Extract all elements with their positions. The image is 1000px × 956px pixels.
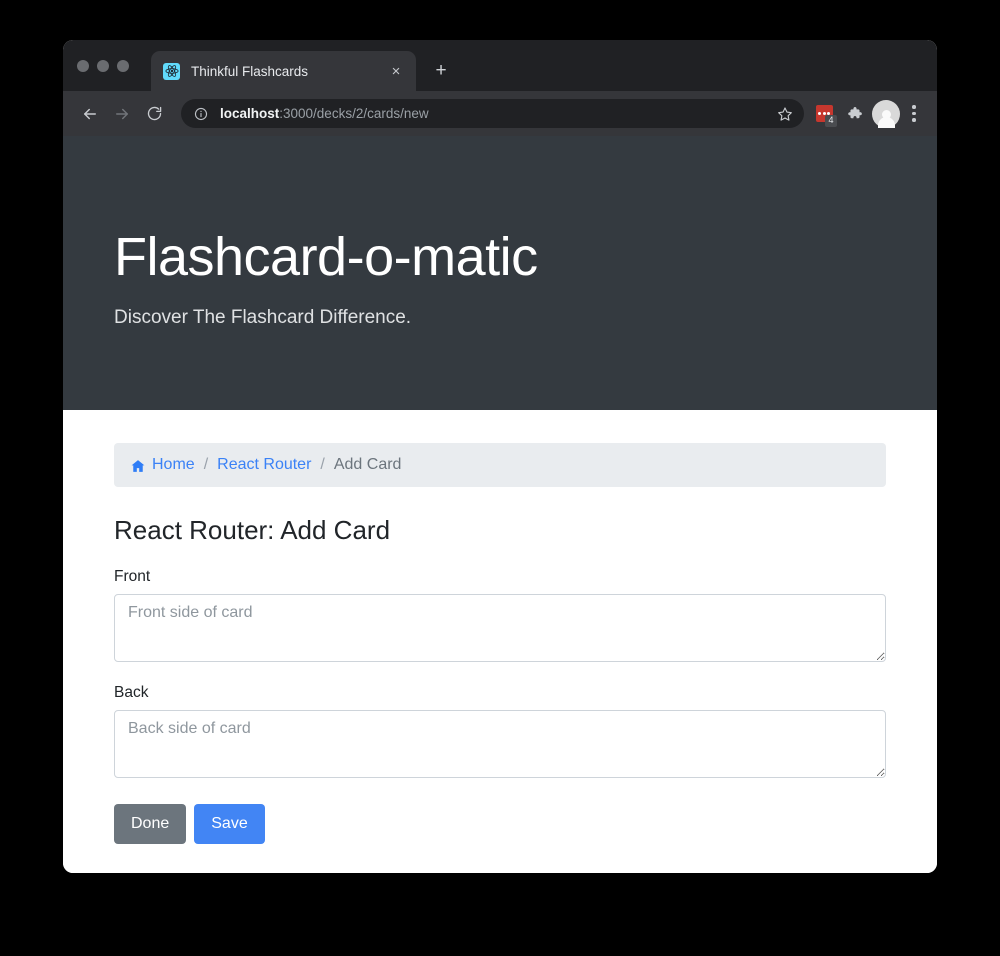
front-textarea[interactable] xyxy=(114,594,886,662)
info-circle-icon[interactable] xyxy=(193,106,209,122)
done-button[interactable]: Done xyxy=(114,804,187,844)
front-field-label: Front xyxy=(114,568,151,585)
reload-button[interactable] xyxy=(139,99,169,129)
url-path: :3000/decks/2/cards/new xyxy=(279,106,429,121)
new-tab-button[interactable]: + xyxy=(428,57,454,83)
forward-button[interactable] xyxy=(107,99,137,129)
close-tab-icon[interactable]: × xyxy=(386,61,406,81)
tab-strip: Thinkful Flashcards × + xyxy=(63,40,937,91)
page-viewport: Flashcard-o-matic Discover The Flashcard… xyxy=(63,136,937,873)
breadcrumb-home-link[interactable]: Home xyxy=(152,456,195,474)
breadcrumb-deck-link[interactable]: React Router xyxy=(217,456,311,474)
back-field-label: Back xyxy=(114,684,149,701)
url-text: localhost:3000/decks/2/cards/new xyxy=(220,106,772,121)
page-content: Home / React Router / Add Card React Rou… xyxy=(63,410,937,844)
react-logo-favicon xyxy=(163,62,180,80)
browser-window: Thinkful Flashcards × + localhost:3000/d… xyxy=(63,40,937,873)
extension-badge-count: 4 xyxy=(825,114,837,127)
browser-toolbar: localhost:3000/decks/2/cards/new 4 xyxy=(63,91,937,136)
window-controls xyxy=(77,60,129,72)
red-extension-icon[interactable]: 4 xyxy=(810,99,838,129)
puzzle-piece-icon[interactable] xyxy=(840,99,868,129)
back-textarea[interactable] xyxy=(114,710,886,778)
hero-banner: Flashcard-o-matic Discover The Flashcard… xyxy=(63,136,937,410)
url-host: localhost xyxy=(220,106,280,121)
breadcrumb-separator: / xyxy=(320,456,325,473)
browser-tab[interactable]: Thinkful Flashcards × xyxy=(151,51,416,91)
address-bar[interactable]: localhost:3000/decks/2/cards/new xyxy=(181,99,804,128)
avatar-icon[interactable] xyxy=(872,99,900,128)
breadcrumb: Home / React Router / Add Card xyxy=(114,443,886,487)
minimize-window-button[interactable] xyxy=(97,60,109,72)
three-dot-menu-icon[interactable] xyxy=(902,100,926,128)
app-title: Flashcard-o-matic xyxy=(114,227,538,287)
form-actions: Done Save xyxy=(114,804,886,844)
back-button[interactable] xyxy=(75,99,105,129)
maximize-window-button[interactable] xyxy=(117,60,129,72)
tab-title: Thinkful Flashcards xyxy=(191,63,309,79)
page-title: React Router: Add Card xyxy=(114,515,391,545)
breadcrumb-current: Add Card xyxy=(333,456,402,473)
breadcrumb-separator: / xyxy=(203,456,209,473)
add-card-form: Front Back Done Save xyxy=(114,568,886,844)
app-subtitle: Discover The Flashcard Difference. xyxy=(114,307,412,329)
save-button[interactable]: Save xyxy=(194,804,265,844)
home-icon[interactable] xyxy=(130,458,146,474)
star-icon[interactable] xyxy=(772,101,798,127)
close-window-button[interactable] xyxy=(77,60,89,72)
